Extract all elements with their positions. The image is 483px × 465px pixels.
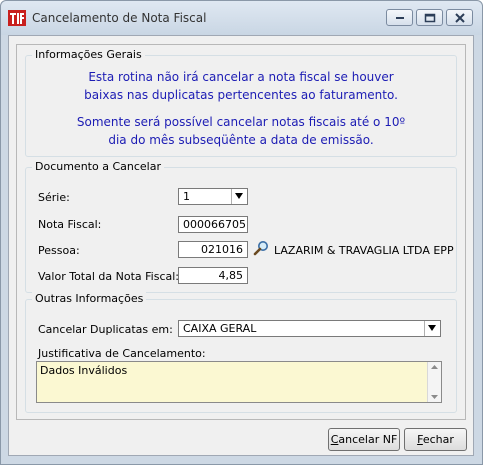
minimize-button[interactable]	[386, 9, 413, 26]
pessoa-label: Pessoa:	[38, 244, 80, 257]
info-line-3: Somente será possível cancelar notas fis…	[76, 115, 406, 129]
serie-dropdown-button[interactable]	[231, 189, 247, 204]
serie-value: 1	[183, 190, 190, 203]
info-line-1: Esta rotina não irá cancelar a nota fisc…	[88, 70, 394, 84]
close-button[interactable]	[446, 9, 473, 26]
cancel-nf-label: ancelar NF	[338, 433, 398, 446]
nota-fiscal-label: Nota Fiscal:	[38, 218, 102, 231]
cancel-duplicatas-select[interactable]: CAIXA GERAL	[178, 320, 441, 337]
justificativa-value: Dados Inválidos	[40, 364, 128, 377]
restore-button[interactable]	[416, 9, 443, 26]
valor-total-label: Valor Total da Nota Fiscal:	[38, 270, 179, 283]
window-title: Cancelamento de Nota Fiscal	[32, 11, 207, 25]
document-group: Documento a Cancelar Série: 1 Nota Fisca…	[25, 160, 457, 293]
general-info-legend: Informações Gerais	[32, 48, 145, 61]
cancel-duplicatas-label: Cancelar Duplicatas em:	[38, 323, 173, 336]
scroll-down-icon[interactable]	[431, 395, 438, 399]
app-logo-icon	[8, 10, 26, 26]
close-dialog-button[interactable]: Fechar	[404, 428, 467, 451]
other-info-group: Outras Informações Cancelar Duplicatas e…	[25, 292, 457, 413]
cancel-duplicatas-value: CAIXA GERAL	[183, 322, 257, 335]
title-bar[interactable]: Cancelamento de Nota Fiscal	[1, 1, 482, 35]
document-legend: Documento a Cancelar	[32, 160, 164, 173]
scroll-up-icon[interactable]	[431, 365, 438, 369]
other-info-legend: Outras Informações	[32, 292, 147, 305]
justificativa-scrollbar[interactable]	[427, 362, 441, 402]
serie-select[interactable]: 1	[178, 188, 248, 205]
general-info-group: Informações Gerais Esta rotina não irá c…	[25, 48, 457, 157]
nota-fiscal-field[interactable]: 000066705	[178, 216, 248, 233]
justificativa-label: Justificativa de Cancelamento:	[38, 347, 206, 360]
close-label: echar	[422, 433, 454, 446]
duplicatas-dropdown-button[interactable]	[424, 321, 440, 336]
valor-total-field[interactable]: 4,85	[178, 267, 248, 284]
justificativa-textarea[interactable]: Dados Inválidos	[36, 361, 442, 403]
serie-label: Série:	[38, 191, 70, 204]
dialog-window: Cancelamento de Nota Fiscal Informações …	[0, 0, 483, 465]
info-line-4: dia do mês subseqüênte a data de emissão…	[108, 133, 374, 147]
content-panel: Informações Gerais Esta rotina não irá c…	[16, 44, 466, 420]
dialog-body: Informações Gerais Esta rotina não irá c…	[8, 35, 474, 456]
info-line-2: baixas nas duplicatas pertencentes ao fa…	[84, 88, 398, 102]
pessoa-name: LAZARIM & TRAVAGLIA LTDA EPP	[274, 244, 454, 257]
magnifier-icon[interactable]	[253, 240, 269, 256]
cancel-nf-button[interactable]: Cancelar NF	[328, 428, 400, 451]
pessoa-code-field[interactable]: 021016	[178, 241, 248, 258]
